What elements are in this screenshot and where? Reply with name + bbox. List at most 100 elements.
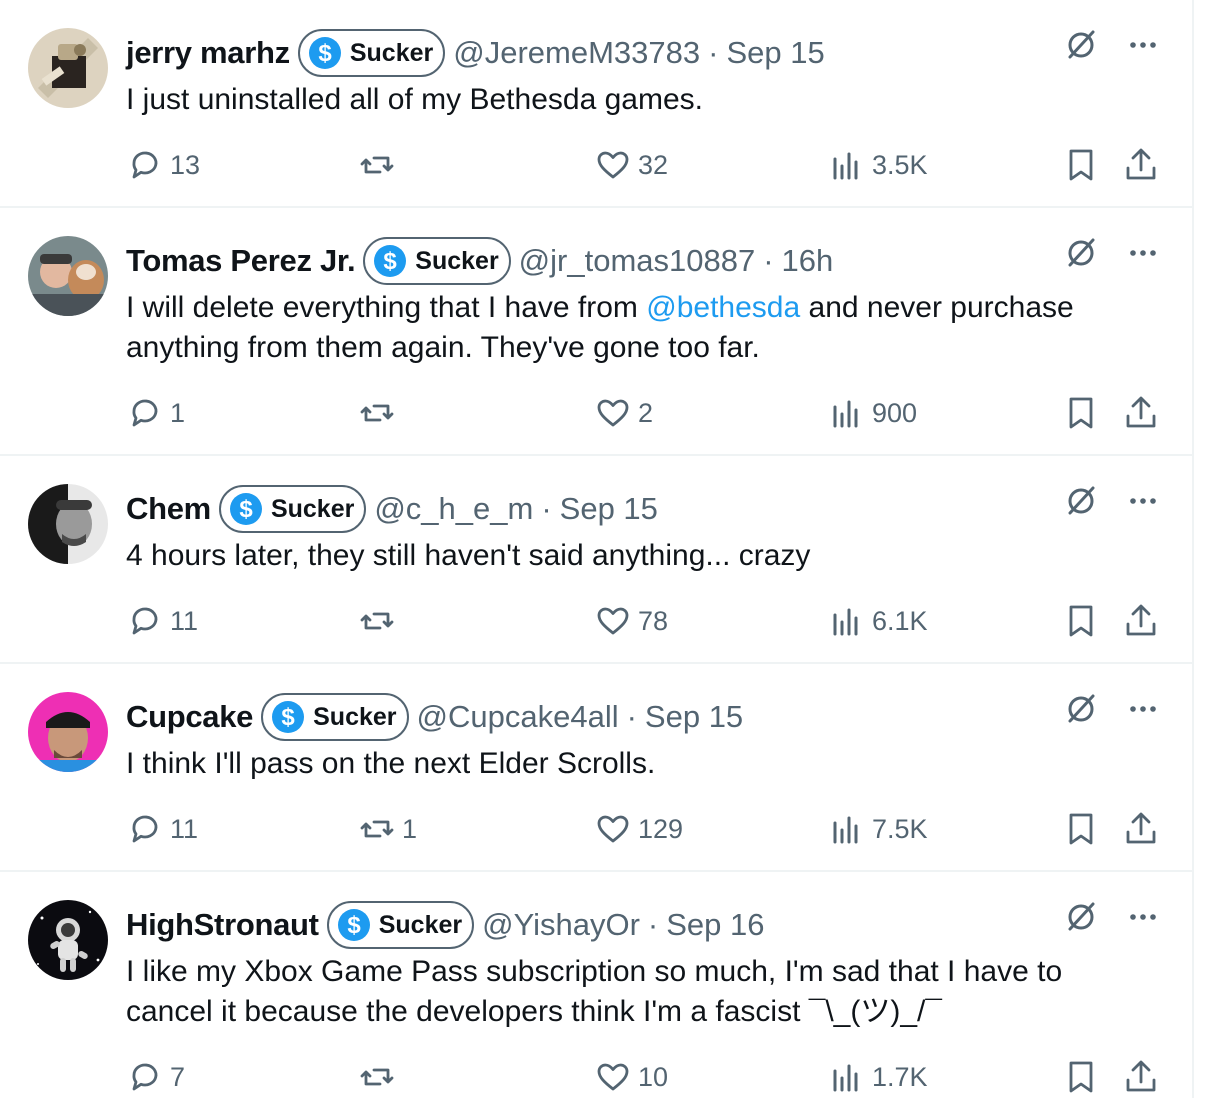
like-button[interactable]: 10 bbox=[594, 1058, 668, 1096]
reply-count: 7 bbox=[170, 1061, 186, 1092]
avatar[interactable] bbox=[28, 484, 108, 564]
share-icon bbox=[1122, 1058, 1160, 1096]
retweet-icon bbox=[358, 394, 396, 432]
tweet-text: 4 hours later, they still haven't said a… bbox=[126, 536, 1126, 576]
subscription-badge[interactable]: $ Sucker bbox=[297, 29, 446, 77]
svg-text:$: $ bbox=[384, 248, 398, 275]
display-name[interactable]: jerry marhz bbox=[126, 35, 290, 71]
tweet[interactable]: Chem $ Sucker @c_h_e_m · Sep 15 4 hours … bbox=[0, 456, 1192, 664]
dollar-coin-icon: $ bbox=[271, 700, 305, 734]
more-dots-icon[interactable] bbox=[1126, 692, 1160, 726]
user-handle[interactable]: @c_h_e_m bbox=[374, 491, 533, 527]
bookmark-button[interactable] bbox=[1062, 146, 1100, 184]
reply-button[interactable]: 1 bbox=[126, 394, 185, 432]
user-handle[interactable]: @YishayOr bbox=[482, 907, 640, 943]
tweet[interactable]: jerry marhz $ Sucker @JeremeM33783 · Sep… bbox=[0, 0, 1192, 208]
slashed-circle-icon[interactable] bbox=[1064, 236, 1098, 270]
more-dots-icon[interactable] bbox=[1126, 28, 1160, 62]
subscription-badge[interactable]: $ Sucker bbox=[363, 237, 511, 285]
mention-link[interactable]: @bethesda bbox=[646, 291, 800, 324]
share-icon bbox=[1122, 394, 1160, 432]
user-handle[interactable]: @JeremeM33783 bbox=[453, 35, 700, 71]
display-name[interactable]: HighStronaut bbox=[126, 907, 319, 943]
subscription-badge[interactable]: $ Sucker bbox=[261, 693, 409, 741]
retweet-button[interactable] bbox=[358, 602, 402, 640]
like-button[interactable]: 129 bbox=[594, 810, 683, 848]
slashed-circle-icon[interactable] bbox=[1064, 28, 1098, 62]
reply-button[interactable]: 7 bbox=[126, 1058, 185, 1096]
timestamp[interactable]: Sep 16 bbox=[666, 907, 764, 943]
views-icon bbox=[828, 602, 866, 640]
heart-icon bbox=[594, 1058, 632, 1096]
svg-text:$: $ bbox=[281, 704, 295, 731]
avatar[interactable] bbox=[28, 236, 108, 316]
user-handle[interactable]: @jr_tomas10887 bbox=[519, 243, 756, 279]
avatar[interactable] bbox=[28, 28, 108, 108]
bookmark-button[interactable] bbox=[1062, 1058, 1100, 1096]
heart-icon bbox=[594, 394, 632, 432]
heart-icon bbox=[594, 810, 632, 848]
views-button[interactable]: 900 bbox=[828, 394, 917, 432]
more-dots-icon[interactable] bbox=[1126, 236, 1160, 270]
share-button[interactable] bbox=[1122, 1058, 1160, 1096]
bookmark-icon bbox=[1062, 602, 1100, 640]
share-button[interactable] bbox=[1122, 394, 1160, 432]
tweet-actions: 13 32 3.5K bbox=[126, 146, 1166, 186]
share-button[interactable] bbox=[1122, 146, 1160, 184]
views-button[interactable]: 1.7K bbox=[828, 1058, 928, 1096]
reply-button[interactable]: 11 bbox=[126, 602, 198, 640]
timestamp[interactable]: Sep 15 bbox=[726, 35, 824, 71]
more-dots-icon[interactable] bbox=[1126, 484, 1160, 518]
badge-label: Sucker bbox=[313, 702, 397, 731]
timestamp[interactable]: Sep 15 bbox=[645, 699, 743, 735]
tweet[interactable]: HighStronaut $ Sucker @YishayOr · Sep 16… bbox=[0, 872, 1192, 1098]
reply-icon bbox=[126, 810, 164, 848]
display-name[interactable]: Cupcake bbox=[126, 699, 253, 735]
views-icon bbox=[828, 146, 866, 184]
like-count: 10 bbox=[638, 1061, 669, 1092]
views-button[interactable]: 7.5K bbox=[828, 810, 928, 848]
reply-button[interactable]: 11 bbox=[126, 810, 198, 848]
retweet-button[interactable] bbox=[358, 1058, 402, 1096]
bookmark-button[interactable] bbox=[1062, 394, 1100, 432]
avatar[interactable] bbox=[28, 900, 108, 980]
bookmark-button[interactable] bbox=[1062, 602, 1100, 640]
views-button[interactable]: 3.5K bbox=[828, 146, 928, 184]
tweet[interactable]: Cupcake $ Sucker @Cupcake4all · Sep 15 I… bbox=[0, 664, 1192, 872]
slashed-circle-icon[interactable] bbox=[1064, 484, 1098, 518]
view-count: 1.7K bbox=[872, 1061, 928, 1092]
views-button[interactable]: 6.1K bbox=[828, 602, 928, 640]
display-name[interactable]: Chem bbox=[126, 491, 211, 527]
views-icon bbox=[828, 810, 866, 848]
svg-text:$: $ bbox=[318, 40, 332, 67]
like-button[interactable]: 78 bbox=[594, 602, 668, 640]
reply-button[interactable]: 13 bbox=[126, 146, 200, 184]
bookmark-icon bbox=[1062, 1058, 1100, 1096]
slashed-circle-icon[interactable] bbox=[1064, 900, 1098, 934]
reply-count: 1 bbox=[170, 397, 186, 428]
like-button[interactable]: 32 bbox=[594, 146, 668, 184]
subscription-badge[interactable]: $ Sucker bbox=[218, 485, 367, 533]
share-icon bbox=[1122, 810, 1160, 848]
tweet[interactable]: Tomas Perez Jr. $ Sucker @jr_tomas10887 … bbox=[0, 208, 1192, 456]
view-count: 900 bbox=[872, 397, 918, 428]
display-name[interactable]: Tomas Perez Jr. bbox=[126, 243, 356, 279]
retweet-button[interactable] bbox=[358, 146, 402, 184]
more-dots-icon[interactable] bbox=[1126, 900, 1160, 934]
dollar-coin-icon: $ bbox=[337, 908, 371, 942]
timestamp[interactable]: Sep 15 bbox=[560, 491, 658, 527]
view-count: 6.1K bbox=[872, 605, 928, 636]
bookmark-button[interactable] bbox=[1062, 810, 1100, 848]
subscription-badge[interactable]: $ Sucker bbox=[326, 901, 475, 949]
user-handle[interactable]: @Cupcake4all bbox=[417, 699, 619, 735]
share-button[interactable] bbox=[1122, 602, 1160, 640]
retweet-icon bbox=[358, 602, 396, 640]
timestamp[interactable]: 16h bbox=[782, 243, 834, 279]
avatar[interactable] bbox=[28, 692, 108, 772]
like-button[interactable]: 2 bbox=[594, 394, 653, 432]
slashed-circle-icon[interactable] bbox=[1064, 692, 1098, 726]
retweet-button[interactable]: 1 bbox=[358, 810, 417, 848]
retweet-button[interactable] bbox=[358, 394, 402, 432]
dollar-coin-icon: $ bbox=[229, 492, 263, 526]
share-button[interactable] bbox=[1122, 810, 1160, 848]
